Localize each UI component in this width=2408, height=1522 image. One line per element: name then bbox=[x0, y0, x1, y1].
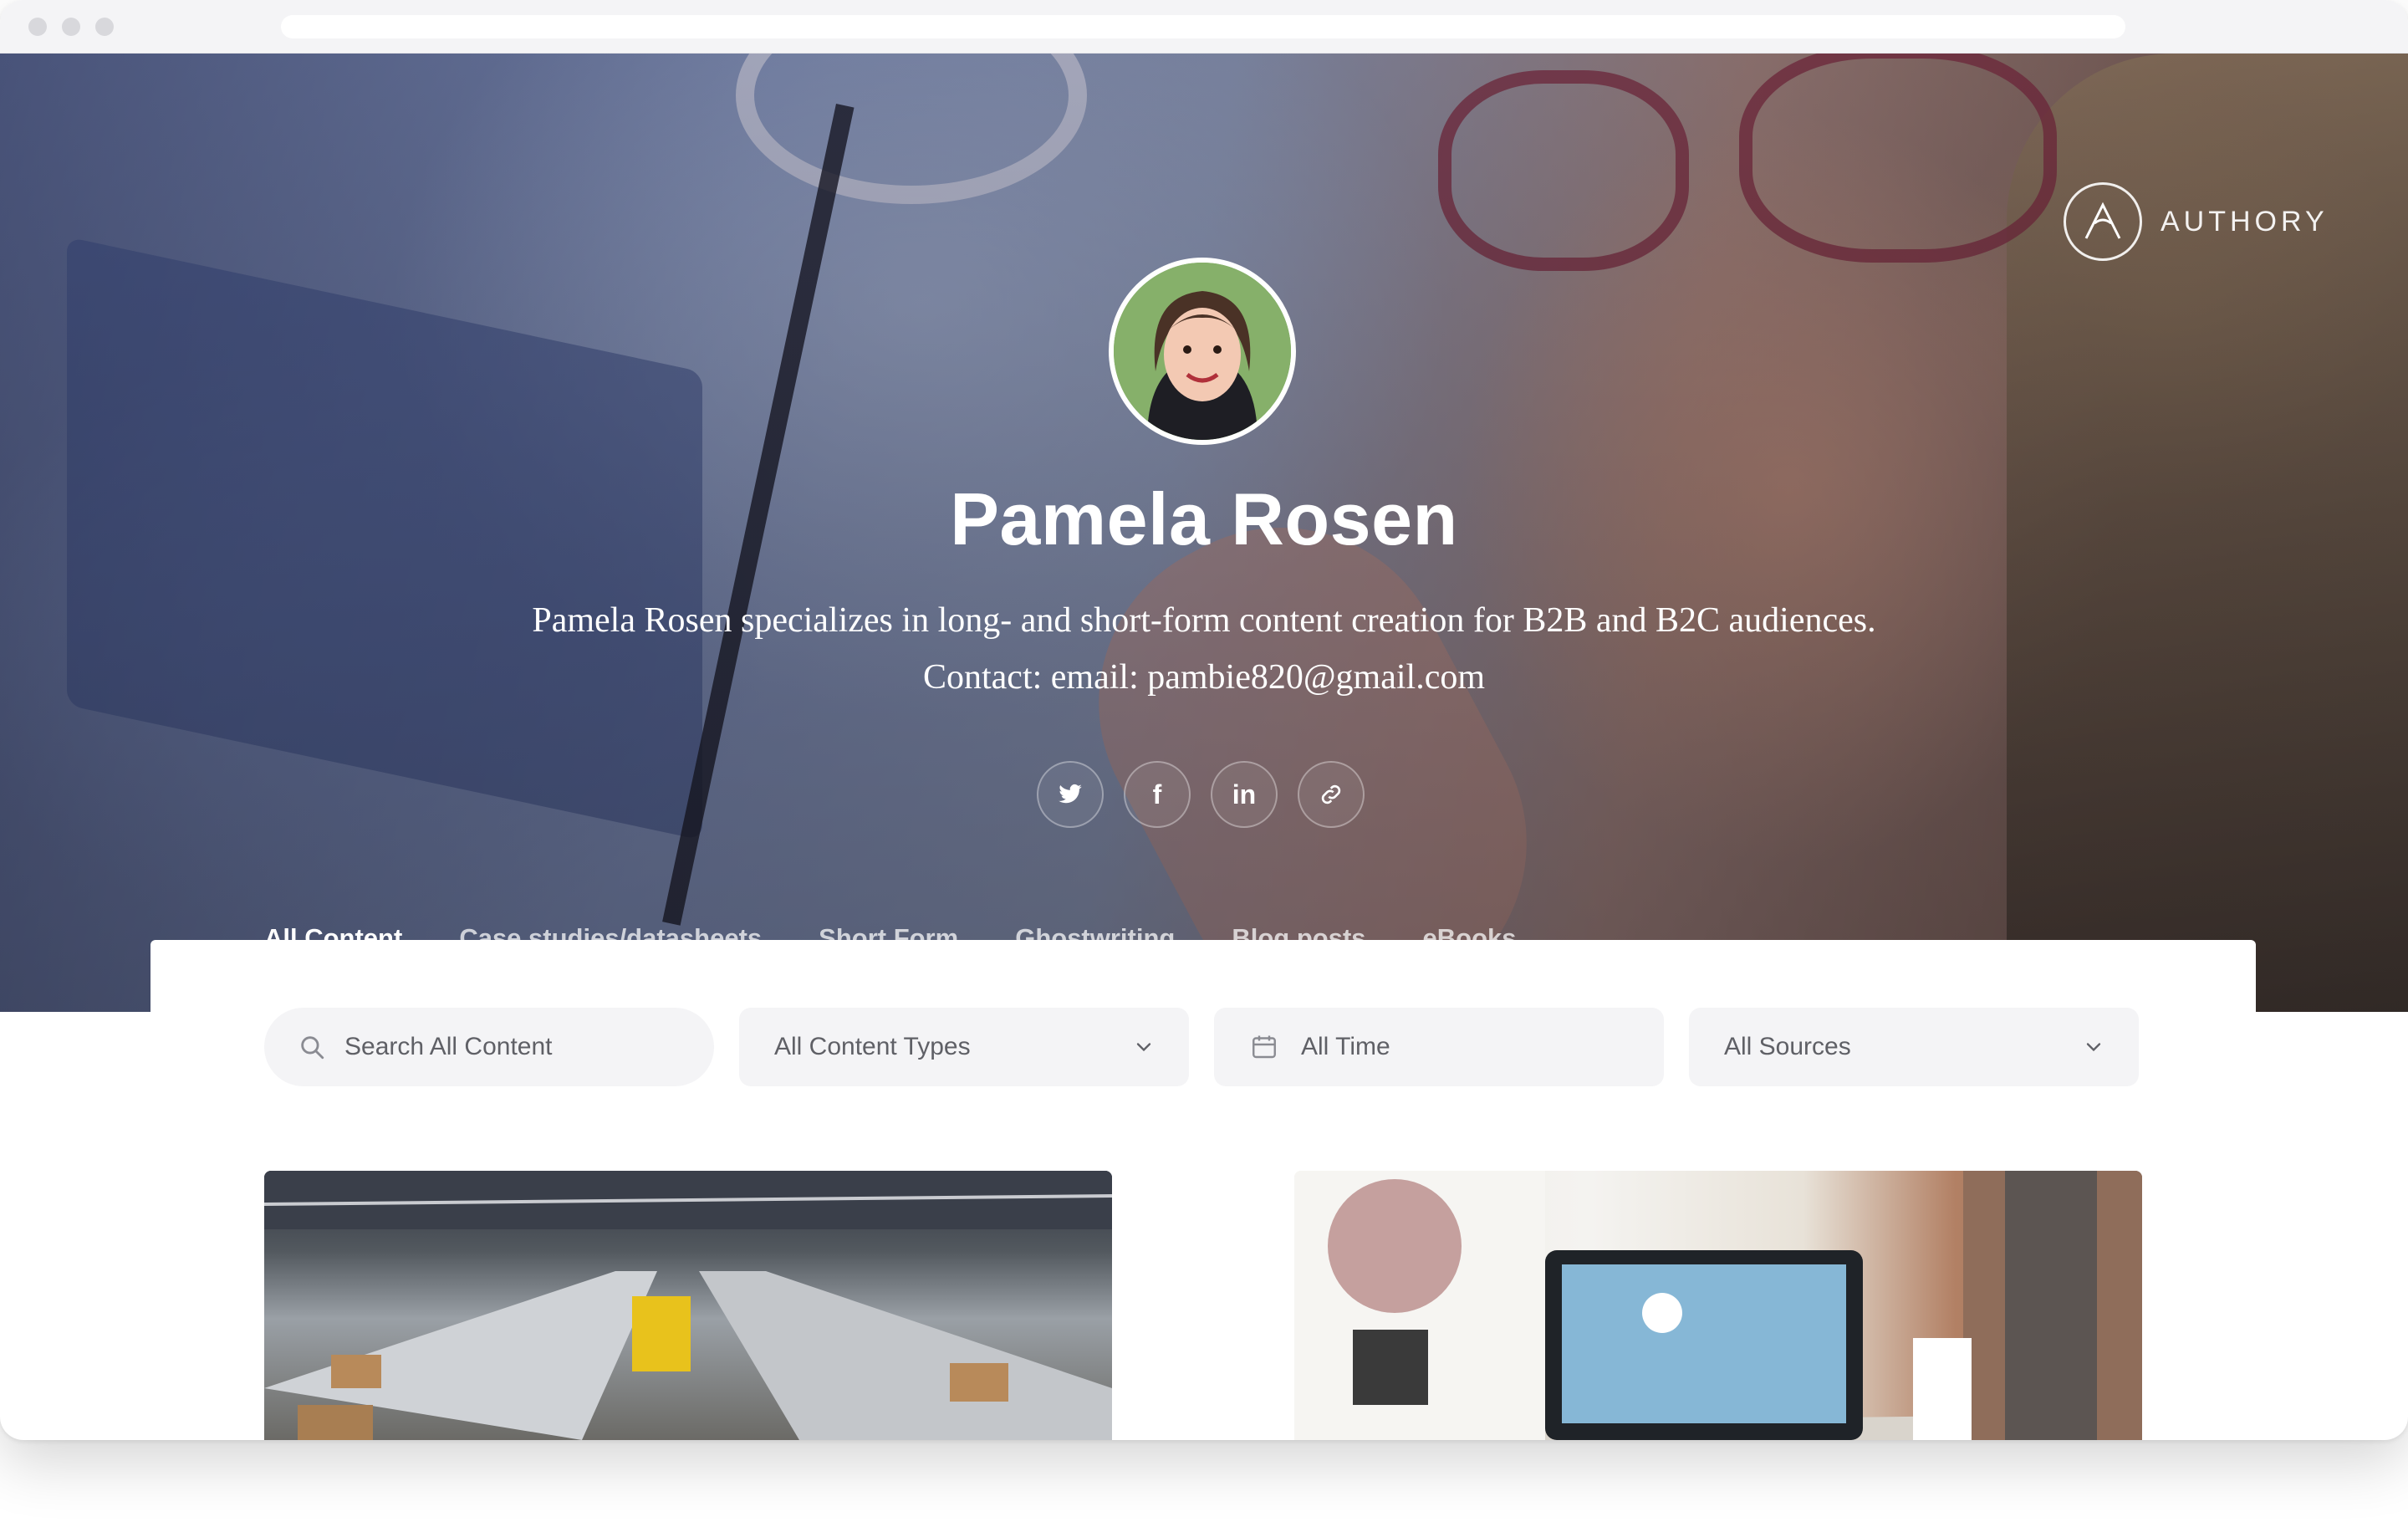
twitter-icon[interactable] bbox=[1037, 761, 1104, 828]
content-card-image-warehouse[interactable] bbox=[264, 1171, 1112, 1440]
time-filter[interactable]: All Time bbox=[1214, 1008, 1664, 1086]
search-icon bbox=[301, 1036, 324, 1060]
browser-chrome bbox=[0, 0, 2408, 54]
content-types-value: All Content Types bbox=[774, 1033, 971, 1060]
authory-logo-icon bbox=[2064, 182, 2142, 261]
browser-window: AUTHORY Pamela Rosen Pamela Rosen specia… bbox=[0, 0, 2408, 1440]
search-input[interactable]: Search All Content bbox=[264, 1008, 714, 1086]
authory-brand[interactable]: AUTHORY bbox=[2064, 182, 2329, 261]
sources-value: All Sources bbox=[1724, 1033, 1851, 1060]
window-close-dot[interactable] bbox=[28, 18, 47, 36]
facebook-icon[interactable]: f bbox=[1124, 761, 1191, 828]
chevron-down-icon bbox=[2086, 1043, 2101, 1052]
link-icon[interactable] bbox=[1298, 761, 1365, 828]
warehouse-conveyor-photo bbox=[264, 1171, 1112, 1440]
laptop-desk-photo bbox=[1294, 1171, 2142, 1440]
search-placeholder: Search All Content bbox=[344, 1033, 553, 1060]
profile-name: Pamela Rosen bbox=[950, 478, 1458, 560]
window-maximize-dot[interactable] bbox=[95, 18, 114, 36]
time-filter-value: All Time bbox=[1301, 1033, 1390, 1060]
calendar-icon bbox=[1252, 1035, 1276, 1059]
profile-hero: AUTHORY Pamela Rosen Pamela Rosen specia… bbox=[0, 54, 2408, 1012]
content-card-image-office[interactable] bbox=[1294, 1171, 2142, 1440]
content-types-select[interactable]: All Content Types bbox=[739, 1008, 1189, 1086]
profile-bio: Pamela Rosen specializes in long- and sh… bbox=[532, 601, 1876, 697]
profile-avatar bbox=[1109, 258, 1296, 445]
window-minimize-dot[interactable] bbox=[62, 18, 80, 36]
social-links: f in bbox=[1037, 761, 1365, 828]
linkedin-icon[interactable]: in bbox=[1211, 761, 1278, 828]
brand-name: AUTHORY bbox=[2161, 205, 2329, 237]
sources-select[interactable]: All Sources bbox=[1689, 1008, 2139, 1086]
chevron-down-icon bbox=[1136, 1043, 1151, 1052]
address-bar[interactable] bbox=[281, 15, 2125, 38]
